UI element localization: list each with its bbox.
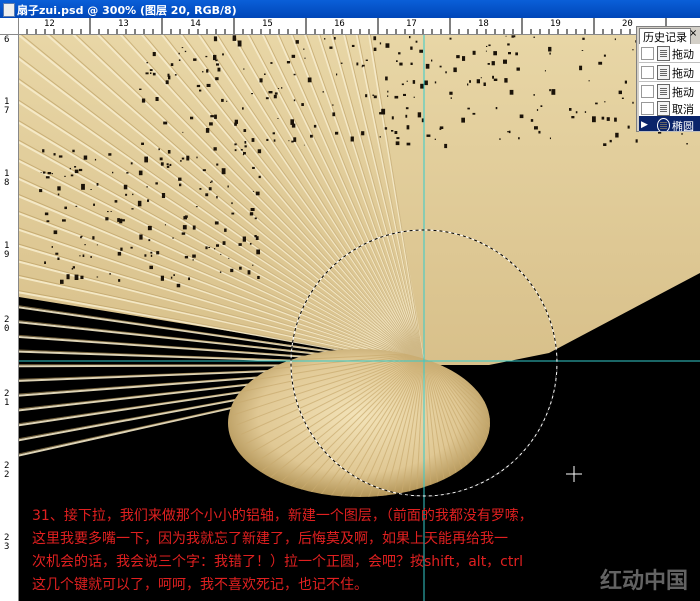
document-icon (657, 65, 670, 80)
ruler-label: 1 8 (4, 169, 10, 188)
ruler-label: 2 1 (4, 389, 10, 408)
document-title: 扇子zui.psd @ 300% (图层 20, RGB/8) (17, 4, 237, 17)
close-icon[interactable]: × (689, 28, 697, 39)
history-item-active[interactable]: ▶ 椭圆 (639, 116, 700, 132)
ruler-label: 1 7 (4, 97, 10, 116)
history-snapshot-checkbox[interactable] (641, 66, 654, 79)
horizontal-ruler[interactable]: 12 13 14 15 16 17 18 19 20 (0, 18, 700, 35)
history-item[interactable]: 拖动 (639, 63, 700, 82)
ruler-label: 2 0 (4, 315, 10, 334)
caption-line: 这几个键就可以了，呵呵，我不喜欢死记，也记不住。 (32, 577, 368, 593)
history-item-label: 拖动 (672, 48, 694, 61)
caption-line: 次机会的话，我会说三个字：我错了！）拉一个正圆，会吧？按shift，alt，ct… (32, 554, 524, 570)
document-icon (657, 101, 670, 116)
document-icon (657, 84, 670, 99)
history-item[interactable]: 拖动 (639, 44, 700, 63)
history-panel[interactable]: 历史记录 × 拖动 拖动 拖动 取消 ▶ 椭圆 (636, 26, 700, 132)
history-item-label: 拖动 (672, 67, 694, 80)
ruler-ticks (17, 18, 694, 34)
tutorial-caption: 31、接下拉，我们来做那个小小的铝轴，新建一个图层，（前面的我都没有罗嗦， 这里… (32, 505, 692, 597)
ruler-label: 2 3 (4, 533, 10, 552)
document-title-bar[interactable]: 扇子zui.psd @ 300% (图层 20, RGB/8) (0, 0, 700, 18)
ruler-label: 2 2 (4, 461, 10, 480)
caption-line: 这里我要多嘴一下，因为我就忘了新建了，后悔莫及啊，如果上天能再给我一 (32, 531, 508, 547)
history-snapshot-checkbox[interactable] (641, 85, 654, 98)
document-icon (3, 3, 15, 17)
history-state-arrow-icon: ▶ (641, 120, 648, 130)
history-item-label: 椭圆 (672, 120, 694, 132)
tab-history[interactable]: 历史记录 (639, 28, 691, 44)
history-item-label: 拖动 (672, 86, 694, 99)
history-snapshot-checkbox[interactable] (641, 102, 654, 115)
vertical-ruler[interactable]: 6 1 7 1 8 1 9 2 0 2 1 2 2 2 3 (0, 34, 19, 601)
watermark-logo: 红动中国 (599, 568, 688, 594)
history-item-label: 取消 (672, 103, 694, 116)
ruler-label: 1 9 (4, 241, 10, 260)
ellipse-select-icon (657, 118, 670, 131)
ruler-label: 6 (4, 35, 10, 45)
history-snapshot-checkbox[interactable] (641, 47, 654, 60)
document-icon (657, 46, 670, 61)
caption-line: 31、接下拉，我们来做那个小小的铝轴，新建一个图层，（前面的我都没有罗嗦， (32, 508, 533, 524)
ruler-corner[interactable] (0, 18, 19, 35)
